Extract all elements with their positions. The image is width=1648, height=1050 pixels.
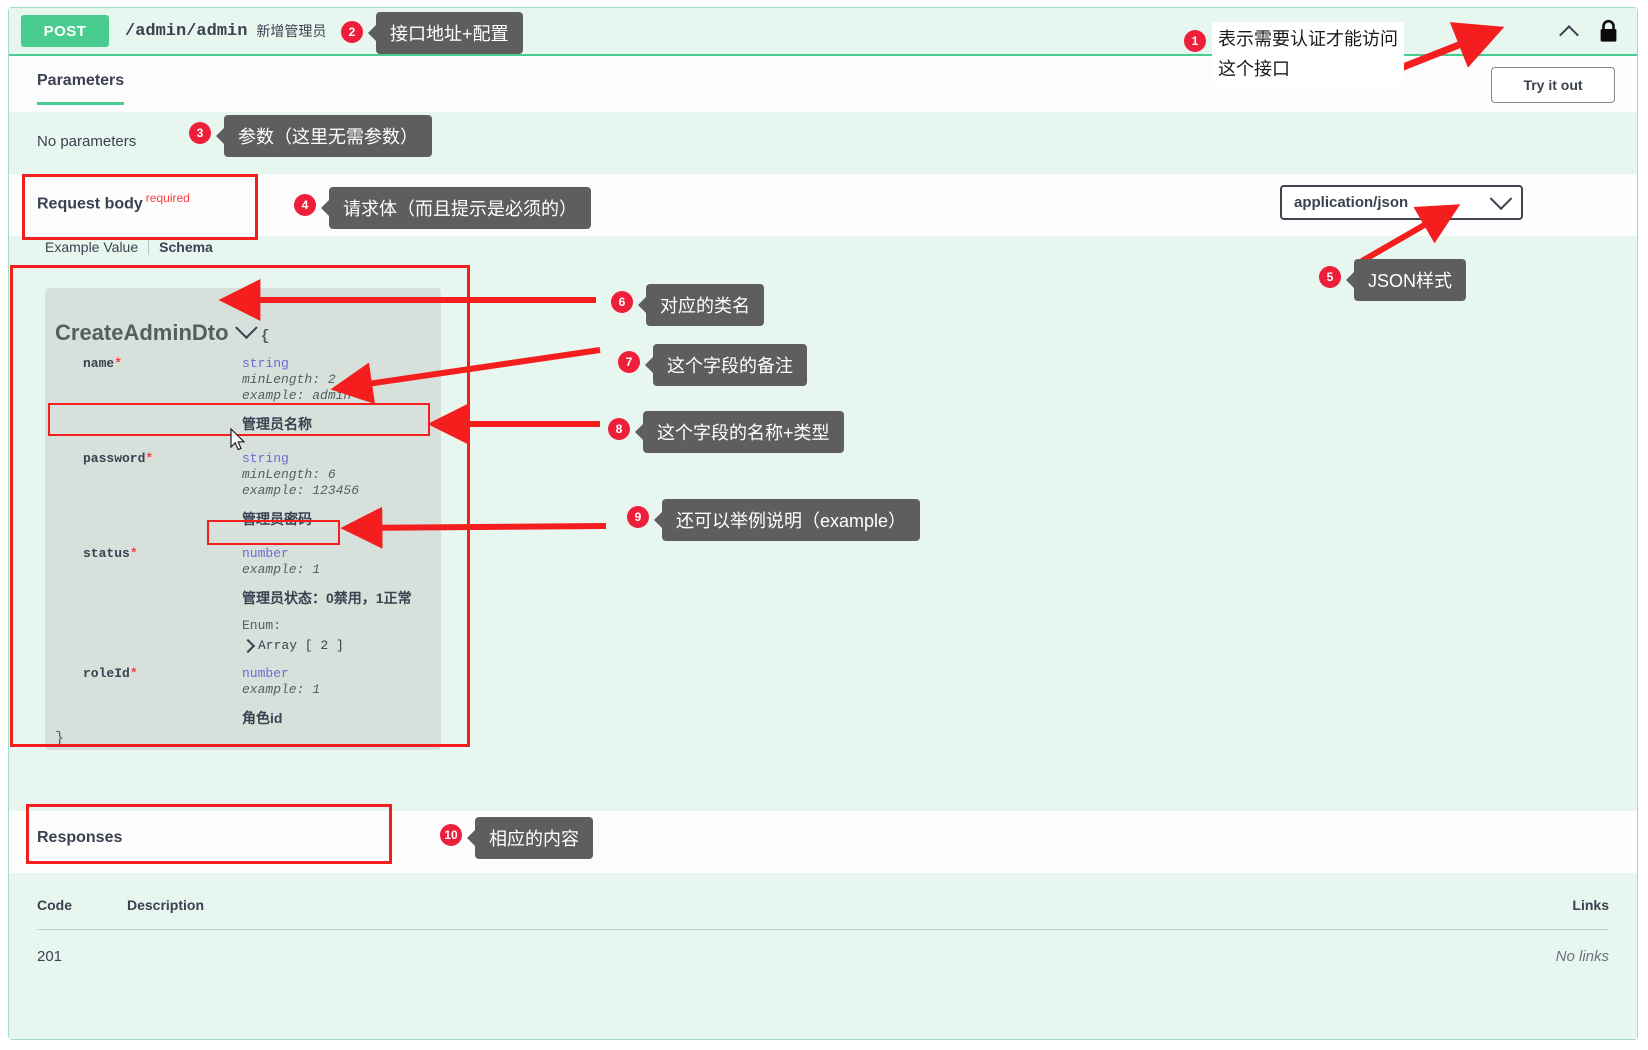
annotation-badge-3: 3 — [189, 122, 211, 144]
http-method-badge: POST — [21, 15, 109, 47]
try-it-out-button[interactable]: Try it out — [1491, 67, 1615, 103]
tab-parameters[interactable]: Parameters — [37, 72, 125, 105]
annotation-bubble-5: JSON样式 — [1345, 259, 1467, 301]
annotation-badge-1: 1 — [1184, 30, 1206, 52]
property-meta-example: example: admin — [242, 388, 352, 403]
property-type: number — [242, 546, 289, 561]
response-description-cell — [127, 930, 1489, 966]
annotation-bubble-6: 对应的类名 — [638, 284, 764, 326]
annotation-bubble-7: 这个字段的备注 — [645, 344, 807, 386]
property-note: 管理员密码 — [242, 511, 312, 527]
property-details: number example: 1 管理员状态：0禁用，1正常 Enum: Ar… — [240, 546, 452, 654]
annotation-bubble-3: 参数（这里无需参数） — [216, 115, 432, 157]
response-code-cell: 201 — [37, 948, 63, 965]
property-type: string — [242, 356, 289, 371]
property-name-label: name* — [83, 356, 123, 371]
swagger-operation-screenshot: POST /admin/admin 新增管理员 Parameters Try i… — [0, 0, 1648, 1050]
required-star: * — [129, 666, 138, 681]
column-header-code: Code — [37, 893, 127, 930]
chevron-down-icon[interactable] — [234, 316, 258, 340]
property-details: string minLength: 2 example: admin 管理员名称 — [242, 356, 452, 434]
property-meta-example: example: 123456 — [242, 483, 360, 498]
property-enum-label: Enum: — [242, 618, 282, 633]
tab-schema[interactable]: Schema — [159, 239, 213, 255]
no-parameters-text: No parameters — [37, 133, 137, 150]
annotation-badge-8: 8 — [608, 418, 630, 440]
table-row: 201 No links — [37, 930, 1609, 966]
annotation-bubble-2: 接口地址+配置 — [368, 12, 523, 54]
property-details: number example: 1 角色id — [242, 666, 452, 728]
property-name-label: status* — [83, 546, 138, 561]
required-star: * — [129, 546, 138, 561]
annotation-badge-10: 10 — [440, 824, 462, 846]
property-name-label: password* — [83, 451, 154, 466]
lock-icon[interactable] — [1598, 19, 1619, 44]
operation-header-right — [1560, 19, 1625, 44]
annotation-badge-6: 6 — [611, 291, 633, 313]
required-star: * — [145, 451, 154, 466]
mime-select-value: application/json — [1294, 194, 1409, 211]
chevron-down-icon — [1489, 186, 1513, 210]
responses-table-area: Code Description Links 201 No links — [9, 873, 1637, 1039]
operation-path: /admin/admin — [125, 21, 248, 41]
schema-model-box: CreateAdminDto { name* string minLength:… — [45, 288, 441, 750]
property-details: string minLength: 6 example: 123456 管理员密… — [242, 451, 452, 529]
annotation-text-1-line2: 这个接口 — [1218, 59, 1290, 79]
property-meta-example: example: 1 — [242, 682, 321, 697]
chevron-up-icon[interactable] — [1560, 24, 1582, 38]
request-body-label: Request body — [37, 195, 143, 213]
annotation-badge-9: 9 — [627, 506, 649, 528]
close-brace: } — [55, 730, 65, 747]
annotation-bubble-4: 请求体（而且提示是必须的） — [321, 187, 591, 229]
annotation-text-1: 表示需要认证才能访问 这个接口 — [1212, 22, 1404, 86]
chevron-right-icon — [240, 638, 256, 654]
property-meta-example: example: 1 — [242, 562, 321, 577]
responses-title: Responses — [37, 829, 123, 846]
responses-table: Code Description Links 201 No links — [37, 893, 1609, 965]
enum-array-label: Array [ 2 ] — [258, 638, 344, 653]
request-body-section: Request body required application/json — [9, 174, 1637, 236]
tab-example-value[interactable]: Example Value — [45, 239, 138, 255]
annotation-bubble-8: 这个字段的名称+类型 — [635, 411, 844, 453]
response-links-cell: No links — [1555, 948, 1609, 965]
property-note: 角色id — [242, 710, 283, 726]
request-body-required-badge: required — [145, 191, 190, 205]
request-body-mime-select[interactable]: application/json — [1280, 185, 1523, 220]
request-body-title: Request body required — [37, 191, 190, 213]
property-enum-array-toggle[interactable]: Array [ 2 ] — [240, 638, 452, 654]
property-note: 管理员状态：0禁用，1正常 — [242, 590, 412, 606]
model-name: CreateAdminDto — [55, 320, 229, 345]
annotation-badge-4: 4 — [294, 194, 316, 216]
annotation-bubble-10: 相应的内容 — [467, 817, 593, 859]
property-name-label: roleId* — [83, 666, 138, 681]
responses-section-header: Responses — [9, 811, 1637, 873]
property-type: number — [242, 666, 289, 681]
operation-summary-text: 新增管理员 — [256, 23, 327, 39]
required-star: * — [114, 356, 123, 371]
property-type: string — [242, 451, 289, 466]
annotation-badge-5: 5 — [1319, 266, 1341, 288]
property-meta-minlength: minLength: 6 — [242, 467, 336, 482]
property-note: 管理员名称 — [242, 416, 312, 432]
property-meta-minlength: minLength: 2 — [242, 372, 336, 387]
table-header-row: Code Description Links — [37, 893, 1609, 930]
column-header-description: Description — [127, 893, 1489, 930]
annotation-text-1-line1: 表示需要认证才能访问 — [1218, 29, 1398, 49]
open-brace: { — [260, 328, 270, 345]
annotation-badge-7: 7 — [618, 351, 640, 373]
annotation-bubble-9: 还可以举例说明（example） — [653, 499, 921, 541]
column-header-links: Links — [1489, 893, 1609, 930]
tab-separator — [148, 239, 150, 255]
schema-model-title[interactable]: CreateAdminDto { — [55, 316, 270, 346]
annotation-badge-2: 2 — [341, 21, 363, 43]
